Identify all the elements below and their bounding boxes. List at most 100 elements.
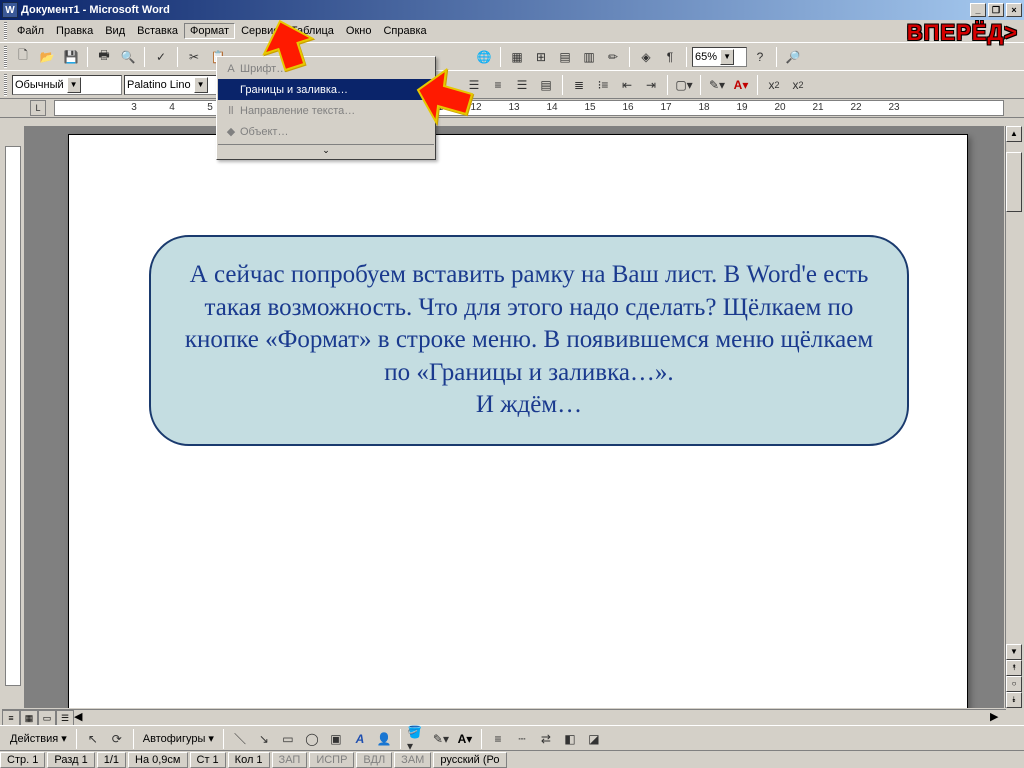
numbered-list-icon[interactable]: ≣ (568, 74, 590, 96)
menu-table[interactable]: Таблица (285, 23, 340, 39)
menu-tools[interactable]: Сервис (235, 23, 285, 39)
insert-worksheet-icon[interactable]: ▤ (554, 46, 576, 68)
clipart-icon[interactable]: 👤 (373, 728, 395, 750)
menu-file[interactable]: Файл (11, 23, 50, 39)
line-icon[interactable]: ＼ (229, 728, 251, 750)
new-doc-icon[interactable]: 🗋 (12, 46, 34, 68)
status-lang[interactable]: русский (Ро (433, 752, 506, 768)
document-map-icon[interactable]: ◈ (635, 46, 657, 68)
font-color-draw-icon[interactable]: A▾ (454, 728, 476, 750)
status-ext: ВДЛ (356, 752, 392, 768)
font-combo[interactable]: Palatino Lino▼ (124, 75, 219, 95)
rotate-icon[interactable]: ⟳ (106, 728, 128, 750)
status-pages: 1/1 (97, 752, 126, 768)
view-buttons: ≡ ▦ ▭ ☰ (2, 710, 74, 726)
document-area[interactable]: А сейчас попробуем вставить рамку на Ваш… (24, 126, 1004, 708)
oval-icon[interactable]: ◯ (301, 728, 323, 750)
dash-style-icon[interactable]: ┄ (511, 728, 533, 750)
drawing-icon[interactable]: ✏ (602, 46, 624, 68)
browse-object-icon[interactable]: ○ (1006, 676, 1022, 692)
scroll-down-icon[interactable]: ▼ (1006, 644, 1022, 660)
scroll-thumb[interactable] (1006, 152, 1022, 212)
save-icon[interactable]: 💾 (60, 46, 82, 68)
tab-selector-icon[interactable]: L (30, 100, 46, 116)
scroll-left-icon[interactable]: ◀ (74, 710, 90, 726)
spellcheck-icon[interactable]: ✓ (150, 46, 172, 68)
line-style-icon[interactable]: ≡ (487, 728, 509, 750)
rectangle-icon[interactable]: ▭ (277, 728, 299, 750)
vertical-ruler[interactable] (2, 126, 24, 708)
hyperlink-icon[interactable]: 🌐 (473, 46, 495, 68)
normal-view-icon[interactable]: ≡ (2, 710, 20, 726)
horizontal-scrollbar[interactable]: ≡ ▦ ▭ ☰ ◀ ▶ (2, 709, 1006, 726)
decrease-indent-icon[interactable]: ⇤ (616, 74, 638, 96)
horizontal-ruler[interactable]: L 34567891011121314151617181920212223 (0, 98, 1024, 118)
menu-view[interactable]: Вид (99, 23, 131, 39)
close-button[interactable]: × (1006, 3, 1022, 17)
style-combo[interactable]: Обычный▼ (12, 75, 122, 95)
justify-icon[interactable]: ▤ (535, 74, 557, 96)
menu-format[interactable]: Формат (184, 23, 235, 39)
align-right-icon[interactable]: ☰ (511, 74, 533, 96)
align-left-icon[interactable]: ☰ (463, 74, 485, 96)
tables-borders-icon[interactable]: ▦ (506, 46, 528, 68)
title-bar: W Документ1 - Microsoft Word _ ❐ × (0, 0, 1024, 20)
menu-window[interactable]: Окно (340, 23, 378, 39)
menu-item-font[interactable]: A Шрифт… (218, 58, 434, 79)
menu-help[interactable]: Справка (377, 23, 432, 39)
next-page-icon[interactable]: ⯯ (1006, 692, 1022, 708)
arrow-style-icon[interactable]: ⇄ (535, 728, 557, 750)
fill-color-icon[interactable]: 🪣▾ (406, 728, 428, 750)
highlight-icon[interactable]: ✎▾ (706, 74, 728, 96)
print-layout-icon[interactable]: ▭ (38, 710, 56, 726)
select-objects-icon[interactable]: ↖ (82, 728, 104, 750)
menu-edit[interactable]: Правка (50, 23, 99, 39)
print-preview-icon[interactable]: 🔍 (117, 46, 139, 68)
outline-view-icon[interactable]: ☰ (56, 710, 74, 726)
insert-table-icon[interactable]: ⊞ (530, 46, 552, 68)
prev-page-icon[interactable]: ⯭ (1006, 660, 1022, 676)
show-paragraph-icon[interactable]: ¶ (659, 46, 681, 68)
status-col: Кол 1 (228, 752, 270, 768)
superscript-icon[interactable]: x2 (763, 74, 785, 96)
print-icon[interactable]: 🖶 (93, 46, 115, 68)
line-color-icon[interactable]: ✎▾ (430, 728, 452, 750)
object-icon: ◆ (222, 125, 240, 138)
minimize-button[interactable]: _ (970, 3, 986, 17)
columns-icon[interactable]: ▥ (578, 46, 600, 68)
cut-icon[interactable]: ✂ (183, 46, 205, 68)
page[interactable]: А сейчас попробуем вставить рамку на Ваш… (68, 134, 968, 708)
scroll-right-icon[interactable]: ▶ (990, 710, 1006, 726)
find-icon[interactable]: 🔎 (782, 46, 804, 68)
forward-label[interactable]: ВПЕРЁД> (907, 20, 1018, 46)
increase-indent-icon[interactable]: ⇥ (640, 74, 662, 96)
menu-insert[interactable]: Вставка (131, 23, 184, 39)
borders-icon[interactable]: ▢▾ (673, 74, 695, 96)
actions-button[interactable]: Действия ▾ (6, 732, 71, 745)
wordart-icon[interactable]: A (349, 728, 371, 750)
bullet-list-icon[interactable]: ⁝≡ (592, 74, 614, 96)
open-icon[interactable]: 📂 (36, 46, 58, 68)
scroll-up-icon[interactable]: ▲ (1006, 126, 1022, 142)
restore-button[interactable]: ❐ (988, 3, 1004, 17)
textbox-icon[interactable]: ▣ (325, 728, 347, 750)
arrow-icon[interactable]: ↘ (253, 728, 275, 750)
help-icon[interactable]: ? (749, 46, 771, 68)
status-line: Ст 1 (190, 752, 226, 768)
zoom-combo[interactable]: 65%▼ (692, 47, 747, 67)
web-view-icon[interactable]: ▦ (20, 710, 38, 726)
font-color-icon[interactable]: A▾ (730, 74, 752, 96)
align-center-icon[interactable]: ≡ (487, 74, 509, 96)
subscript-icon[interactable]: x2 (787, 74, 809, 96)
format-dropdown: A Шрифт… Границы и заливка… ll Направлен… (216, 56, 436, 160)
status-at: На 0,9см (128, 752, 187, 768)
vertical-scrollbar[interactable]: ▲ ▼ ⯭ ○ ⯯ (1005, 126, 1022, 708)
status-section: Разд 1 (47, 752, 94, 768)
shadow-icon[interactable]: ◧ (559, 728, 581, 750)
menu-item-object[interactable]: ◆ Объект… (218, 121, 434, 142)
3d-icon[interactable]: ◪ (583, 728, 605, 750)
menu-item-text-direction[interactable]: ll Направление текста… (218, 100, 434, 121)
menu-item-borders[interactable]: Границы и заливка… (218, 79, 434, 100)
autoshapes-button[interactable]: Автофигуры ▾ (139, 732, 218, 745)
menu-expand-icon[interactable]: ⌄ (218, 144, 434, 158)
